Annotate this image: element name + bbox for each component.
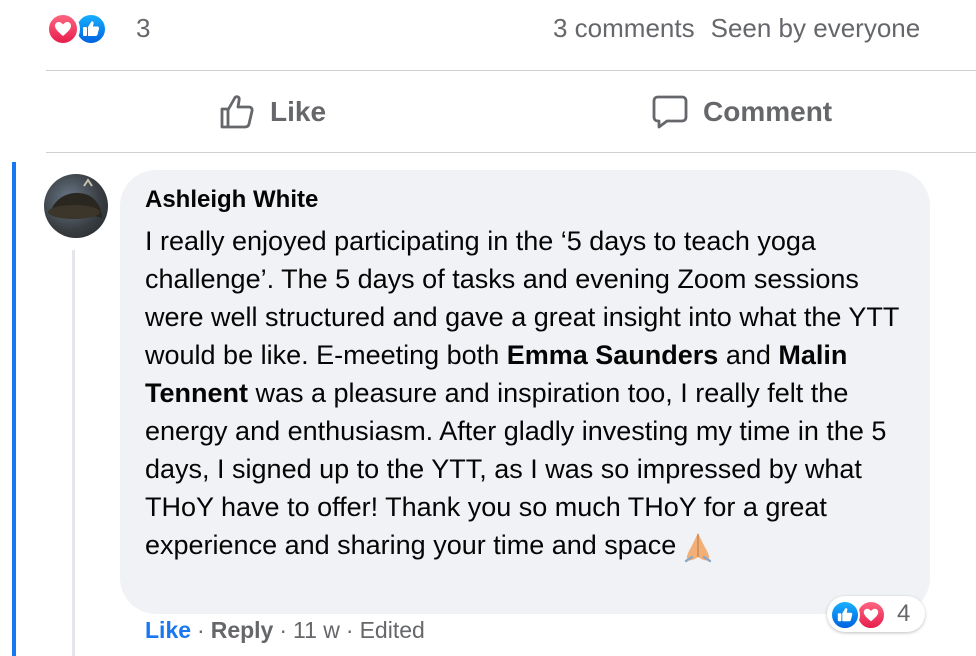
like-button-label: Like xyxy=(270,96,327,127)
avatar[interactable] xyxy=(44,174,108,238)
edited-label[interactable]: Edited xyxy=(360,617,425,643)
separator: · xyxy=(345,617,354,643)
love-reaction-icon xyxy=(856,600,886,630)
reaction-summary: 3 3 comments Seen by everyone xyxy=(46,10,976,48)
comment-like-button[interactable]: Like xyxy=(145,617,191,643)
love-reaction-icon xyxy=(46,12,80,46)
reaction-count[interactable]: 3 xyxy=(136,13,150,44)
separator: · xyxy=(279,617,288,643)
comments-count-link[interactable]: 3 comments xyxy=(553,13,695,43)
comment-author[interactable]: Ashleigh White xyxy=(145,186,318,214)
like-button[interactable]: Like xyxy=(218,88,326,136)
comment-button[interactable]: Comment xyxy=(651,88,832,136)
thread-highlight-bar xyxy=(12,162,16,656)
comment-timestamp[interactable]: 11 w xyxy=(293,617,340,643)
folded-hands-emoji-icon xyxy=(685,532,712,563)
mention-link[interactable]: Emma Saunders xyxy=(507,340,719,370)
comment-text-part: was a pleasure and inspiration too, I re… xyxy=(145,378,887,560)
reaction-icons[interactable] xyxy=(46,10,122,48)
separator: · xyxy=(197,617,205,643)
post-stats: 3 comments Seen by everyone xyxy=(553,13,920,44)
comment-button-label: Comment xyxy=(703,96,833,127)
divider xyxy=(46,152,976,153)
comment-icon xyxy=(652,95,688,129)
comment-reaction-count: 4 xyxy=(897,600,911,627)
comment-bubble: Ashleigh White I really enjoyed particip… xyxy=(120,170,930,614)
comment-actions: Like · Reply · 11 w · Edited xyxy=(145,617,425,644)
thumbs-up-icon xyxy=(220,95,254,129)
seen-by-label[interactable]: Seen by everyone xyxy=(711,13,921,43)
comment-reactions[interactable]: 4 xyxy=(827,596,925,632)
thread-connector-line xyxy=(72,250,75,656)
comment-text-part: and xyxy=(718,340,779,370)
comment-text: I really enjoyed participating in the ‘5… xyxy=(145,222,915,564)
divider xyxy=(46,70,976,71)
comment-reply-button[interactable]: Reply xyxy=(211,617,274,643)
like-reaction-icon xyxy=(830,600,860,630)
